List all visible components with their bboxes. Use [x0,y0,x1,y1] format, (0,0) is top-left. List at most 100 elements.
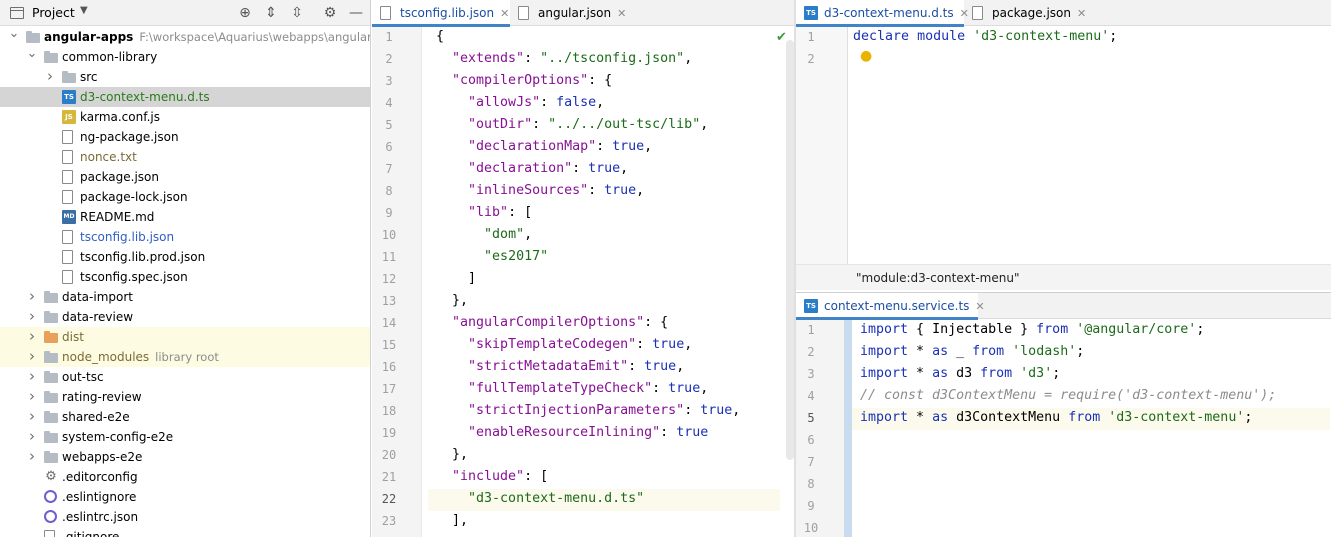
chevron-right-icon[interactable]: › [26,286,38,306]
locate-file-icon[interactable]: ⊕ [236,4,254,22]
chevron-down-icon[interactable]: ⌄ [8,24,20,44]
json-file-icon [62,230,73,244]
tree-item[interactable]: tsconfig.spec.json [0,267,370,287]
tree-item[interactable]: TS d3-context-menu.d.ts [0,87,370,107]
chevron-right-icon[interactable]: › [26,326,38,346]
code-token: : [684,403,701,418]
code-line[interactable]: "strictMetadataEmit": true, [436,359,684,374]
tree-item[interactable]: tsconfig.lib.prod.json [0,247,370,267]
tree-item[interactable]: package.json [0,167,370,187]
json-file-icon [972,6,983,20]
code-line[interactable]: "fullTemplateTypeCheck": true, [436,381,708,396]
tree-item[interactable]: .eslintrc.json [0,507,370,527]
project-tree[interactable]: ⌄ angular-apps F:\workspace\Aquarius\webap… [0,24,370,537]
tree-item[interactable]: › webapps-e2e [0,447,370,467]
tree-item-name: dist [62,330,84,344]
tree-item[interactable]: › data-review [0,307,370,327]
tree-item[interactable]: › rating-review [0,387,370,407]
tree-item-label: .editorconfig [62,467,138,487]
line-number: 1 [807,30,815,44]
chevron-right-icon[interactable]: › [26,366,38,386]
project-view-selector[interactable]: Project [32,5,75,20]
code-line[interactable]: "inlineSources": true, [436,183,644,198]
tree-item[interactable]: › data-import [0,287,370,307]
code-line[interactable]: "compilerOptions": { [436,73,612,88]
line-number: 3 [385,74,393,88]
code-line[interactable]: "enableResourceInlining": true [436,425,708,440]
chevron-right-icon[interactable]: › [26,306,38,326]
tree-item-label: tsconfig.spec.json [80,267,188,287]
code-line[interactable]: "es2017" [436,249,548,264]
tree-item[interactable]: nonce.txt [0,147,370,167]
tree-item[interactable]: ⚙ .editorconfig [0,467,370,487]
chevron-down-icon[interactable]: ▼ [80,5,88,16]
chevron-down-icon[interactable]: ⌄ [26,44,38,64]
code-line[interactable]: "d3-context-menu.d.ts" [436,491,644,506]
close-icon[interactable]: ✕ [975,300,984,313]
editor-tab[interactable]: tsconfig.lib.json ✕ [372,0,510,27]
tree-item[interactable]: package-lock.json [0,187,370,207]
tree-item[interactable]: tsconfig.lib.json [0,227,370,247]
code-line[interactable]: }, [436,293,468,308]
tree-item-label: angular-apps F:\workspace\Aquarius\webapp… [44,27,370,47]
tree-item[interactable]: ng-package.json [0,127,370,147]
code-line[interactable]: import * as _ from 'lodash'; [860,344,1084,359]
code-line[interactable]: "dom", [436,227,532,242]
editor-tab[interactable]: angular.json ✕ [510,0,640,26]
code-line[interactable]: "strictInjectionParameters": true, [436,403,740,418]
tree-item[interactable]: › src [0,67,370,87]
chevron-right-icon[interactable]: › [26,346,38,366]
tree-item[interactable]: MD README.md [0,207,370,227]
tree-item[interactable]: .eslintignore [0,487,370,507]
chevron-right-icon[interactable]: › [44,66,56,86]
gear-icon[interactable]: ⚙ [321,4,339,22]
close-icon[interactable]: ✕ [617,7,626,20]
code-line[interactable]: // const d3ContextMenu = require('d3-con… [860,388,1276,403]
tree-item[interactable]: › out-tsc [0,367,370,387]
close-icon[interactable]: ✕ [1077,7,1086,20]
code-line[interactable]: import * as d3 from 'd3'; [860,366,1060,381]
expand-all-icon[interactable]: ⇕ [262,4,280,22]
code-line[interactable]: "skipTemplateCodegen": true, [436,337,692,352]
tree-item[interactable]: › dist [0,327,370,347]
json-file-icon [62,250,73,264]
breadcrumb-item[interactable]: "module:d3-context-menu" [856,271,1019,285]
code-line[interactable]: "declaration": true, [436,161,628,176]
editor-tab[interactable]: TS context-menu.service.ts ✕ [796,293,985,320]
tree-item[interactable]: › shared-e2e [0,407,370,427]
hide-icon[interactable]: — [347,4,365,22]
editor-tab[interactable]: TS d3-context-menu.d.ts ✕ [796,0,969,27]
code-line[interactable]: "angularCompilerOptions": { [436,315,668,330]
code-line[interactable]: "extends": "../tsconfig.json", [436,51,692,66]
code-line[interactable]: declare module 'd3-context-menu'; [853,29,1117,44]
tree-item[interactable]: .gitignore [0,527,370,537]
code-line[interactable]: ] [436,271,476,286]
tree-item[interactable]: ⌄ angular-apps F:\workspace\Aquarius\webap… [0,24,370,47]
code-line[interactable]: }, [436,447,468,462]
code-line[interactable]: "outDir": "../../out-tsc/lib", [436,117,708,132]
code-line[interactable]: "declarationMap": true, [436,139,652,154]
collapse-all-icon[interactable]: ⇳ [288,4,306,22]
code-line[interactable]: import * as d3ContextMenu from 'd3-conte… [860,410,1252,425]
chevron-right-icon[interactable]: › [26,406,38,426]
code-line[interactable]: { [436,29,444,44]
scrollbar[interactable] [786,40,794,460]
markdown-file-icon: MD [62,210,76,224]
code-line[interactable]: "lib": [ [436,205,532,220]
tree-item[interactable]: › node_modules library root [0,347,370,367]
tree-item-name: tsconfig.lib.json [80,230,175,244]
tree-item[interactable]: JS karma.conf.js [0,107,370,127]
lightbulb-icon[interactable]: ● [860,48,872,64]
chevron-right-icon[interactable]: › [26,446,38,466]
tree-item[interactable]: ⌄ common-library [0,44,370,67]
close-icon[interactable]: ✕ [500,7,509,20]
tree-item[interactable]: › system-config-e2e [0,427,370,447]
code-line[interactable]: "include": [ [436,469,548,484]
code-line[interactable]: "allowJs": false, [436,95,604,110]
chevron-right-icon[interactable]: › [26,386,38,406]
code-line[interactable]: ], [436,513,468,528]
chevron-right-icon[interactable]: › [26,426,38,446]
code-line[interactable]: import { Injectable } from '@angular/cor… [860,322,1204,337]
code-token: }, [436,293,469,308]
editor-tab[interactable]: package.json ✕ [964,0,1086,26]
